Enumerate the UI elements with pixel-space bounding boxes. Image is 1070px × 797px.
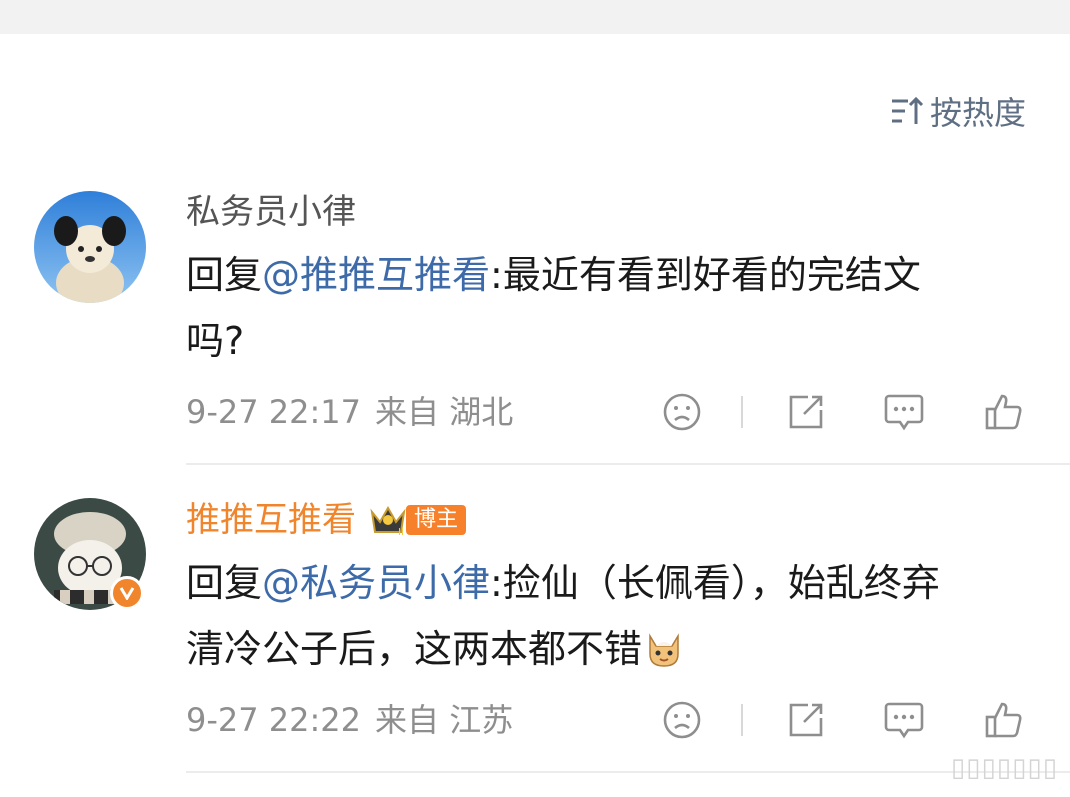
sad-face-icon: [663, 393, 701, 431]
comment-username[interactable]: 私务员小律: [186, 190, 356, 234]
comment-actions: [660, 698, 1040, 742]
row-divider: [186, 463, 1070, 465]
like-button[interactable]: [982, 698, 1026, 742]
thumbs-up-icon: [985, 394, 1022, 430]
comment-meta: 9-27 22:22 来自 江苏: [186, 698, 513, 742]
mention-link[interactable]: @私务员小律: [262, 561, 490, 605]
sort-by-hot-button[interactable]: 按热度: [890, 86, 1026, 136]
sort-row: 按热度: [0, 86, 1070, 136]
dislike-button[interactable]: [660, 698, 704, 742]
svg-text:II: II: [398, 527, 404, 538]
sort-icon: [891, 96, 924, 124]
comment-meta: 9-27 22:17 来自 湖北: [186, 390, 513, 434]
comment-button[interactable]: [882, 698, 926, 742]
comment-username[interactable]: 推推互推看 II 博主: [186, 498, 467, 542]
comment-actions: [660, 390, 1040, 434]
action-divider: [741, 396, 743, 428]
share-icon: [789, 395, 823, 429]
share-button[interactable]: [784, 390, 828, 434]
comment-body: 回复@私务员小律:捡仙（长佩看），始乱终弃 清冷公子后，这两本都不错: [186, 550, 1036, 688]
comment-body: 回复@推推互推看:最近有看到好看的完结文 吗?: [186, 242, 1036, 374]
reply-prefix: 回复: [186, 561, 263, 605]
comment-button[interactable]: [882, 390, 926, 434]
comment-text-line2: 清冷公子后，这两本都不错: [186, 627, 643, 671]
crown-icon: II: [370, 505, 406, 538]
mention-link[interactable]: @推推互推看: [262, 253, 490, 297]
top-strip: [0, 0, 1070, 34]
comment-source: 来自 江苏: [375, 701, 514, 739]
verified-v-icon: [119, 587, 135, 600]
share-icon: [789, 703, 823, 737]
verified-badge: [110, 576, 144, 610]
like-button[interactable]: [982, 390, 1026, 434]
row-divider: [186, 771, 1070, 773]
blogger-badge: II 博主: [368, 502, 467, 538]
comment-text-line1: 捡仙（长佩看），始乱终弃: [502, 561, 940, 605]
comment-text-line1: 最近有看到好看的完结文: [502, 253, 921, 297]
reply-prefix: 回复: [186, 253, 263, 297]
avatar[interactable]: [34, 191, 146, 303]
sort-label: 按热度: [929, 94, 1026, 132]
share-button[interactable]: [784, 698, 828, 742]
reply-separator: :: [490, 253, 503, 297]
cat-emoji-icon: [644, 622, 684, 688]
watermark: ▯▯▯▯▯▯▯: [950, 753, 1058, 783]
comment-source: 来自 湖北: [375, 393, 514, 431]
comment-date: 9-27 22:22: [186, 701, 362, 739]
comment-bubble-icon: [884, 394, 924, 431]
sad-face-icon: [663, 701, 701, 739]
comment-text-line2: 吗?: [186, 319, 245, 363]
blogger-tag: 博主: [406, 505, 467, 535]
dislike-button[interactable]: [660, 390, 704, 434]
action-divider: [741, 704, 743, 736]
thumbs-up-icon: [985, 702, 1022, 738]
reply-separator: :: [490, 561, 503, 605]
comment-date: 9-27 22:17: [186, 393, 362, 431]
panda-plush-avatar-icon: [34, 191, 146, 303]
comment-bubble-icon: [884, 702, 924, 739]
